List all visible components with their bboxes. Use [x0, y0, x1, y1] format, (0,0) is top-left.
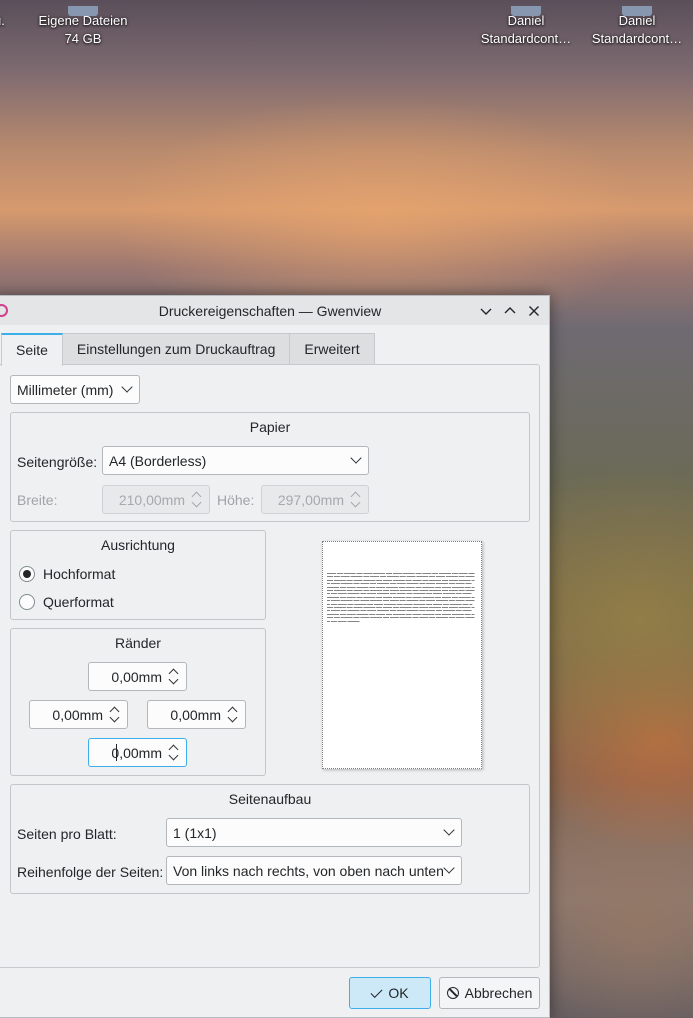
margins-group-title: Ränder: [115, 635, 161, 651]
tab-erweitert[interactable]: Erweitert: [289, 333, 375, 365]
desktop-icon-sublabel: Standardcont…: [591, 31, 683, 46]
page-order-value: Von links nach rechts, von oben nach unt…: [173, 862, 444, 879]
file-icon: [511, 6, 541, 16]
chevron-down-icon: [480, 308, 492, 315]
radio-landscape[interactable]: Querformat: [19, 594, 114, 610]
spin-arrows-icon: [168, 742, 180, 764]
desktop-icon-daniel-1[interactable]: Daniel Standardcont…: [478, 6, 574, 48]
paper-group-title: Papier: [249, 419, 291, 435]
orientation-group: Ausrichtung Hochformat Querformat: [10, 530, 266, 620]
tab-einstellungen-druckauftrag[interactable]: Einstellungen zum Druckauftrag: [61, 333, 291, 365]
minimize-button[interactable]: [475, 300, 497, 322]
radio-portrait-label: Hochformat: [43, 566, 116, 582]
margin-right-value: 0,00mm: [170, 706, 221, 723]
radio-landscape-label: Querformat: [43, 594, 114, 610]
tab-bar: Seite Einstellungen zum Druckauftrag Erw…: [1, 333, 375, 366]
page-layout-group-title: Seitenaufbau: [228, 791, 312, 807]
margin-right-spinbox[interactable]: 0,00mm: [147, 700, 246, 729]
width-label: Breite:: [17, 492, 58, 508]
page-preview: ▬▬▬ ▬▬ ▬▬▬▬ ▬▬ ▬▬▬ ▬▬▬▬ ▬▬ ▬▬▬ ▬▬▬▬ ▬▬ ▬…: [322, 541, 482, 769]
desktop-icon-partial[interactable]: u.: [0, 12, 5, 30]
cancel-icon: [446, 987, 459, 999]
margin-bottom-value: 0,00mm: [111, 744, 162, 761]
pages-per-sheet-select[interactable]: 1 (1x1): [166, 818, 462, 847]
page-size-value: A4 (Borderless): [109, 452, 207, 469]
page-order-label: Reihenfolge der Seiten:: [17, 864, 164, 880]
chevron-up-icon: [504, 307, 516, 314]
print-properties-dialog: Druckereigenschaften — Gwenview Seite Ei…: [0, 295, 550, 1018]
height-value: 297,00mm: [277, 491, 344, 508]
check-icon: [370, 985, 383, 998]
chevron-down-icon: [443, 824, 455, 836]
orientation-group-title: Ausrichtung: [101, 537, 175, 553]
spin-arrows-icon: [350, 489, 362, 511]
paper-group: Papier Seitengröße: A4 (Borderless) Brei…: [10, 412, 530, 522]
width-value: 210,00mm: [118, 491, 185, 508]
text-cursor: [116, 744, 117, 761]
title-bar[interactable]: Druckereigenschaften — Gwenview: [0, 296, 549, 325]
pages-per-sheet-value: 1 (1x1): [173, 824, 217, 841]
spin-arrows-icon: [191, 489, 203, 511]
unit-value: Millimeter (mm): [17, 381, 114, 398]
cancel-button[interactable]: Abbrechen: [439, 977, 540, 1009]
page-layout-group: Seitenaufbau Seiten pro Blatt: 1 (1x1) R…: [10, 784, 530, 894]
ok-button-label: OK: [388, 985, 409, 1001]
desktop-icon-daniel-2[interactable]: Daniel Standardcont…: [589, 6, 685, 48]
height-label: Höhe:: [217, 492, 255, 508]
radio-checked-icon: [19, 566, 35, 582]
page-size-label: Seitengröße:: [17, 454, 98, 470]
unit-select[interactable]: Millimeter (mm): [10, 375, 140, 404]
margin-top-spinbox[interactable]: 0,00mm: [88, 662, 187, 691]
desktop-icon-sublabel: Standardcont…: [480, 31, 572, 46]
margin-bottom-spinbox[interactable]: 0,00mm: [88, 738, 187, 767]
margin-left-value: 0,00mm: [52, 706, 103, 723]
close-icon: [529, 306, 539, 316]
close-button[interactable]: [523, 300, 545, 322]
cancel-button-label: Abbrechen: [464, 985, 533, 1001]
margins-group: Ränder 0,00mm 0,00mm 0,00mm 0,00mm: [10, 628, 266, 776]
chevron-down-icon: [443, 862, 455, 874]
chevron-down-icon: [350, 452, 362, 464]
spin-arrows-icon: [109, 704, 121, 726]
pages-per-sheet-label: Seiten pro Blatt:: [17, 826, 117, 842]
spin-arrows-icon: [168, 666, 180, 688]
dialog-title: Druckereigenschaften — Gwenview: [158, 302, 382, 319]
desktop-icon-eigene-dateien[interactable]: Eigene Dateien 74 GB: [36, 6, 130, 48]
desktop-icon-sublabel: 74 GB: [64, 31, 102, 46]
tab-seite[interactable]: Seite: [1, 333, 63, 366]
preview-placeholder-text: ▬▬▬ ▬▬ ▬▬▬▬ ▬▬ ▬▬▬ ▬▬▬▬ ▬▬ ▬▬▬ ▬▬▬▬ ▬▬ ▬…: [327, 572, 475, 623]
chevron-down-icon: [121, 381, 133, 393]
desktop-icon-label: u.: [0, 13, 5, 28]
margin-left-spinbox[interactable]: 0,00mm: [29, 700, 128, 729]
maximize-button[interactable]: [499, 300, 521, 322]
page-size-select[interactable]: A4 (Borderless): [102, 446, 369, 475]
ok-button[interactable]: OK: [349, 977, 431, 1009]
radio-portrait[interactable]: Hochformat: [19, 566, 115, 582]
folder-icon: [68, 6, 98, 16]
height-spinbox[interactable]: 297,00mm: [261, 485, 369, 514]
margin-top-value: 0,00mm: [111, 668, 162, 685]
gwenview-app-icon: [0, 304, 8, 317]
tab-panel-seite: Millimeter (mm) Papier Seitengröße: A4 (…: [0, 364, 540, 968]
spin-arrows-icon: [227, 704, 239, 726]
file-icon: [622, 6, 652, 16]
page-order-select[interactable]: Von links nach rechts, von oben nach unt…: [166, 856, 462, 885]
width-spinbox[interactable]: 210,00mm: [102, 485, 210, 514]
radio-unchecked-icon: [19, 594, 35, 610]
